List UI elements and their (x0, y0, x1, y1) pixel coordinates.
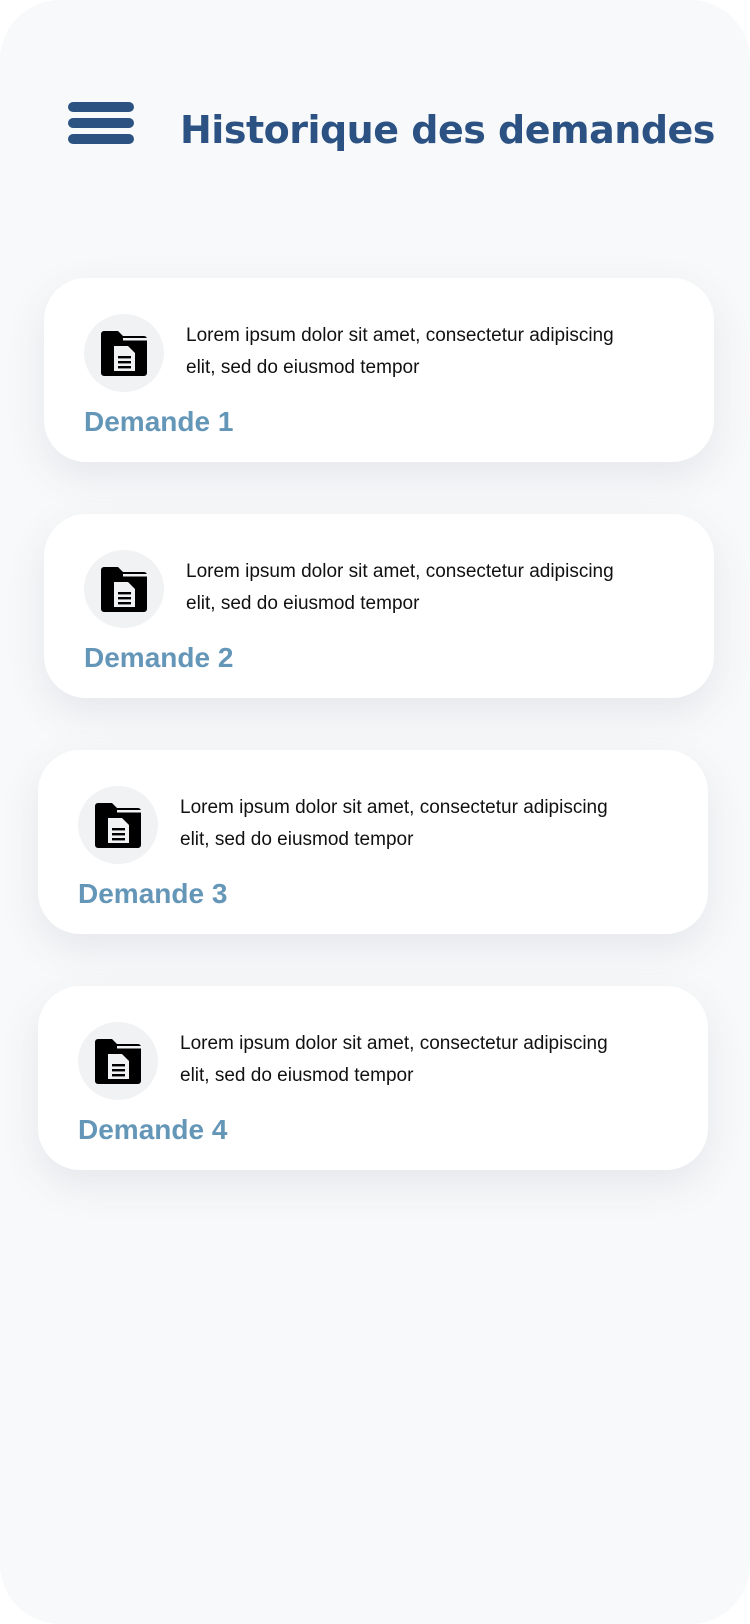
request-title: Demande 2 (84, 642, 234, 673)
document-folder-icon (78, 1022, 158, 1100)
request-title: Demande 4 (78, 1114, 228, 1145)
document-folder-icon (84, 314, 164, 392)
request-title: Demande 3 (78, 878, 228, 909)
document-folder-icon (95, 803, 141, 848)
document-folder-icon (78, 786, 158, 864)
document-folder-icon (101, 331, 147, 376)
menu-bar (68, 118, 134, 128)
menu-bar (68, 134, 134, 144)
header: Historique des demandes (0, 0, 750, 240)
request-card-1[interactable]: Lorem ipsum dolor sit amet, consectetur … (44, 278, 714, 462)
document-folder-icon (95, 1039, 141, 1084)
document-folder-icon (84, 550, 164, 628)
request-card-2[interactable]: Lorem ipsum dolor sit amet, consectetur … (44, 514, 714, 698)
request-description: Lorem ipsum dolor sit amet, consectetur … (180, 797, 608, 850)
app-screen: Historique des demandes Lorem ipsum dolo… (0, 0, 750, 1624)
hamburger-menu-icon[interactable] (68, 100, 134, 154)
menu-bar (68, 102, 134, 112)
page-title: Historique des demandes (180, 108, 715, 152)
request-title: Demande 1 (84, 406, 234, 437)
request-description: Lorem ipsum dolor sit amet, consectetur … (186, 325, 614, 378)
request-card-4[interactable]: Lorem ipsum dolor sit amet, consectetur … (38, 986, 708, 1170)
request-card-3[interactable]: Lorem ipsum dolor sit amet, consectetur … (38, 750, 708, 934)
request-description: Lorem ipsum dolor sit amet, consectetur … (186, 561, 614, 614)
document-folder-icon (101, 567, 147, 612)
request-description: Lorem ipsum dolor sit amet, consectetur … (180, 1033, 608, 1086)
